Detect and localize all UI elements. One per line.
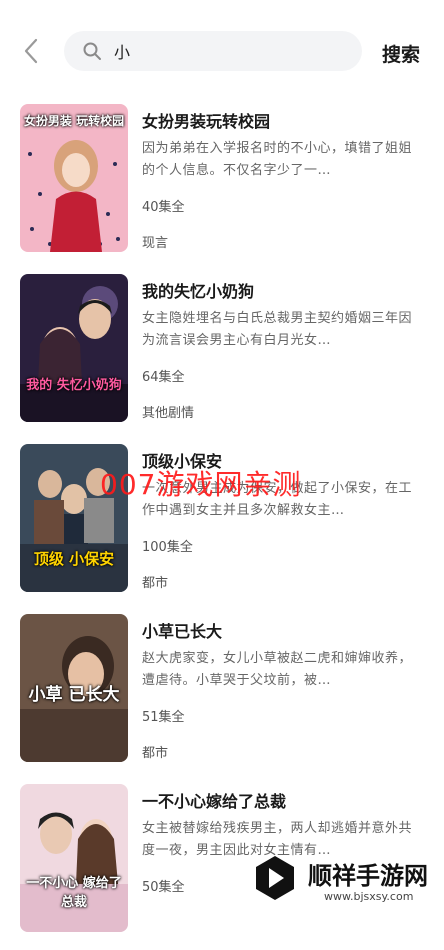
- brand-url: www.bjsxsy.com: [324, 890, 414, 903]
- item-description: 赵大虎家变，女儿小草被赵二虎和婶婶收养，遭虐待。小草哭于父坟前，被…: [142, 651, 413, 688]
- chevron-left-icon: [24, 38, 38, 64]
- episode-count: 50集全: [142, 880, 185, 895]
- episode-count: 100集全: [142, 540, 193, 555]
- genre-label: 其他剧情: [142, 406, 195, 421]
- item-title: 小草已长大: [142, 622, 223, 641]
- item-title: 我的失忆小奶狗: [142, 282, 255, 301]
- brand-name: 顺祥手游网: [308, 862, 428, 890]
- brand-logo-icon: [256, 856, 294, 900]
- cover-title: 女扮男装 玩转校园: [23, 114, 125, 128]
- genre-label: 现言: [142, 236, 169, 251]
- result-list: 女扮男装 玩转校园 女扮男装玩转校园 因为弟弟在入学报名时的不小心，填错了姐姐的…: [0, 100, 444, 950]
- item-description: 女主隐姓埋名与白氏总裁男主契约婚姻三年因为流言误会男主心有白月光女…: [142, 311, 413, 348]
- back-button[interactable]: [18, 34, 48, 68]
- list-item[interactable]: 小草 已长大 小草已长大 赵大虎家变，女儿小草被赵二虎和婶婶收养，遭虐待。小草哭…: [0, 610, 444, 780]
- cover-title: 小草 已长大: [28, 685, 120, 705]
- episode-count: 40集全: [142, 200, 185, 215]
- list-item[interactable]: 我的 失忆小奶狗 我的失忆小奶狗 女主隐姓埋名与白氏总裁男主契约婚姻三年因为流言…: [0, 270, 444, 440]
- cover-image: 女扮男装 玩转校园: [20, 104, 128, 252]
- cover-image: 小草 已长大: [20, 614, 128, 762]
- brand-watermark: 顺祥手游网 www.bjsxsy.com: [250, 850, 444, 910]
- search-button[interactable]: 搜索: [382, 40, 420, 67]
- episode-count: 64集全: [142, 370, 185, 385]
- cover-title: 顶级 小保安: [33, 550, 115, 568]
- cover-image: 我的 失忆小奶狗: [20, 274, 128, 422]
- top-bar: 搜索: [0, 0, 444, 100]
- cover-title: 我的 失忆小奶狗: [26, 378, 122, 393]
- cover-image: 一不小心 嫁给了总裁: [20, 784, 128, 932]
- item-description: 因为弟弟在入学报名时的不小心，填错了姐姐的个人信息。不仅名字少了一…: [142, 141, 413, 178]
- cover-title: 一不小心 嫁给了总裁: [26, 876, 122, 910]
- search-box[interactable]: [64, 31, 362, 71]
- genre-label: 都市: [142, 576, 169, 591]
- search-icon: [83, 42, 101, 60]
- genre-label: 都市: [142, 746, 169, 761]
- item-title: 一不小心嫁给了总裁: [142, 792, 287, 811]
- list-item[interactable]: 女扮男装 玩转校园 女扮男装玩转校园 因为弟弟在入学报名时的不小心，填错了姐姐的…: [0, 100, 444, 270]
- search-input[interactable]: [114, 37, 344, 65]
- episode-count: 51集全: [142, 710, 185, 725]
- watermark-text: 007游戏网亲测: [100, 468, 302, 501]
- item-title: 女扮男装玩转校园: [142, 112, 271, 131]
